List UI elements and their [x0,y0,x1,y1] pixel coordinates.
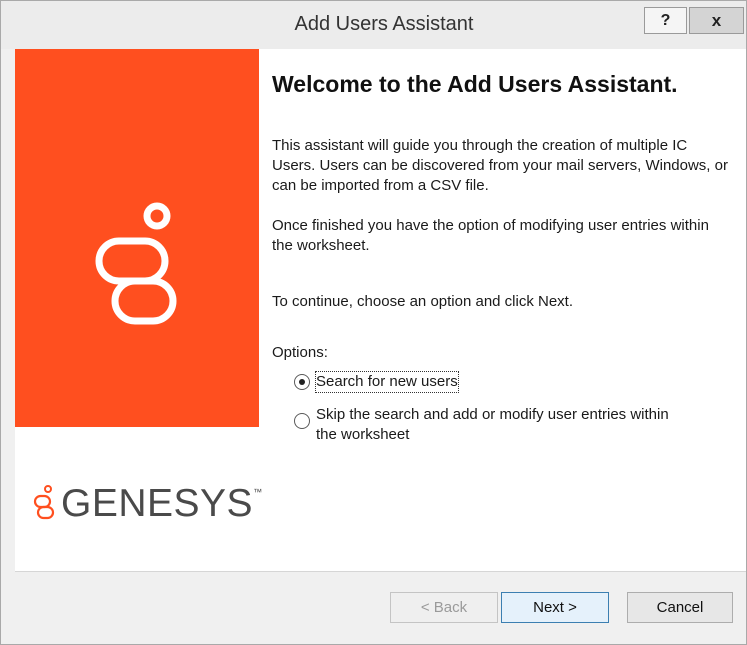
next-button[interactable]: Next > [501,592,609,623]
window-title: Add Users Assistant [294,13,474,35]
close-button[interactable]: x [689,7,744,34]
page-title: Welcome to the Add Users Assistant. [272,71,678,97]
add-users-assistant-window: Add Users Assistant ? x GENESYS ™ Welcom… [0,0,747,645]
continue-instructions: To continue, choose an option and click … [272,293,574,310]
footer-divider [15,571,746,572]
genesys-small-logo-icon [33,485,55,520]
intro-text: This assistant will guide you through th… [272,137,728,194]
worksheet-note-text: Once finished you have the option of mod… [272,217,709,254]
option-search-new-users[interactable]: Search for new users [294,371,459,393]
trademark-symbol: ™ [253,487,263,497]
genesys-wordmark: GENESYS ™ [33,481,262,527]
skip-search-label[interactable]: Skip the search and add or modify user e… [316,405,676,445]
genesys-logo-icon [95,202,177,325]
brand-panel [15,49,259,427]
title-bar: Add Users Assistant ? x [1,1,746,49]
cancel-button[interactable]: Cancel [627,592,733,623]
help-button[interactable]: ? [644,7,687,34]
wizard-content: GENESYS ™ Welcome to the Add Users Assis… [15,49,746,571]
back-button[interactable]: < Back [390,592,498,623]
search-new-users-label[interactable]: Search for new users [315,371,459,393]
genesys-wordmark-text: GENESYS [61,482,254,525]
options-label: Options: [272,344,328,361]
option-skip-search[interactable]: Skip the search and add or modify user e… [294,405,676,445]
skip-search-radio[interactable] [294,413,310,429]
search-new-users-radio[interactable] [294,374,310,390]
